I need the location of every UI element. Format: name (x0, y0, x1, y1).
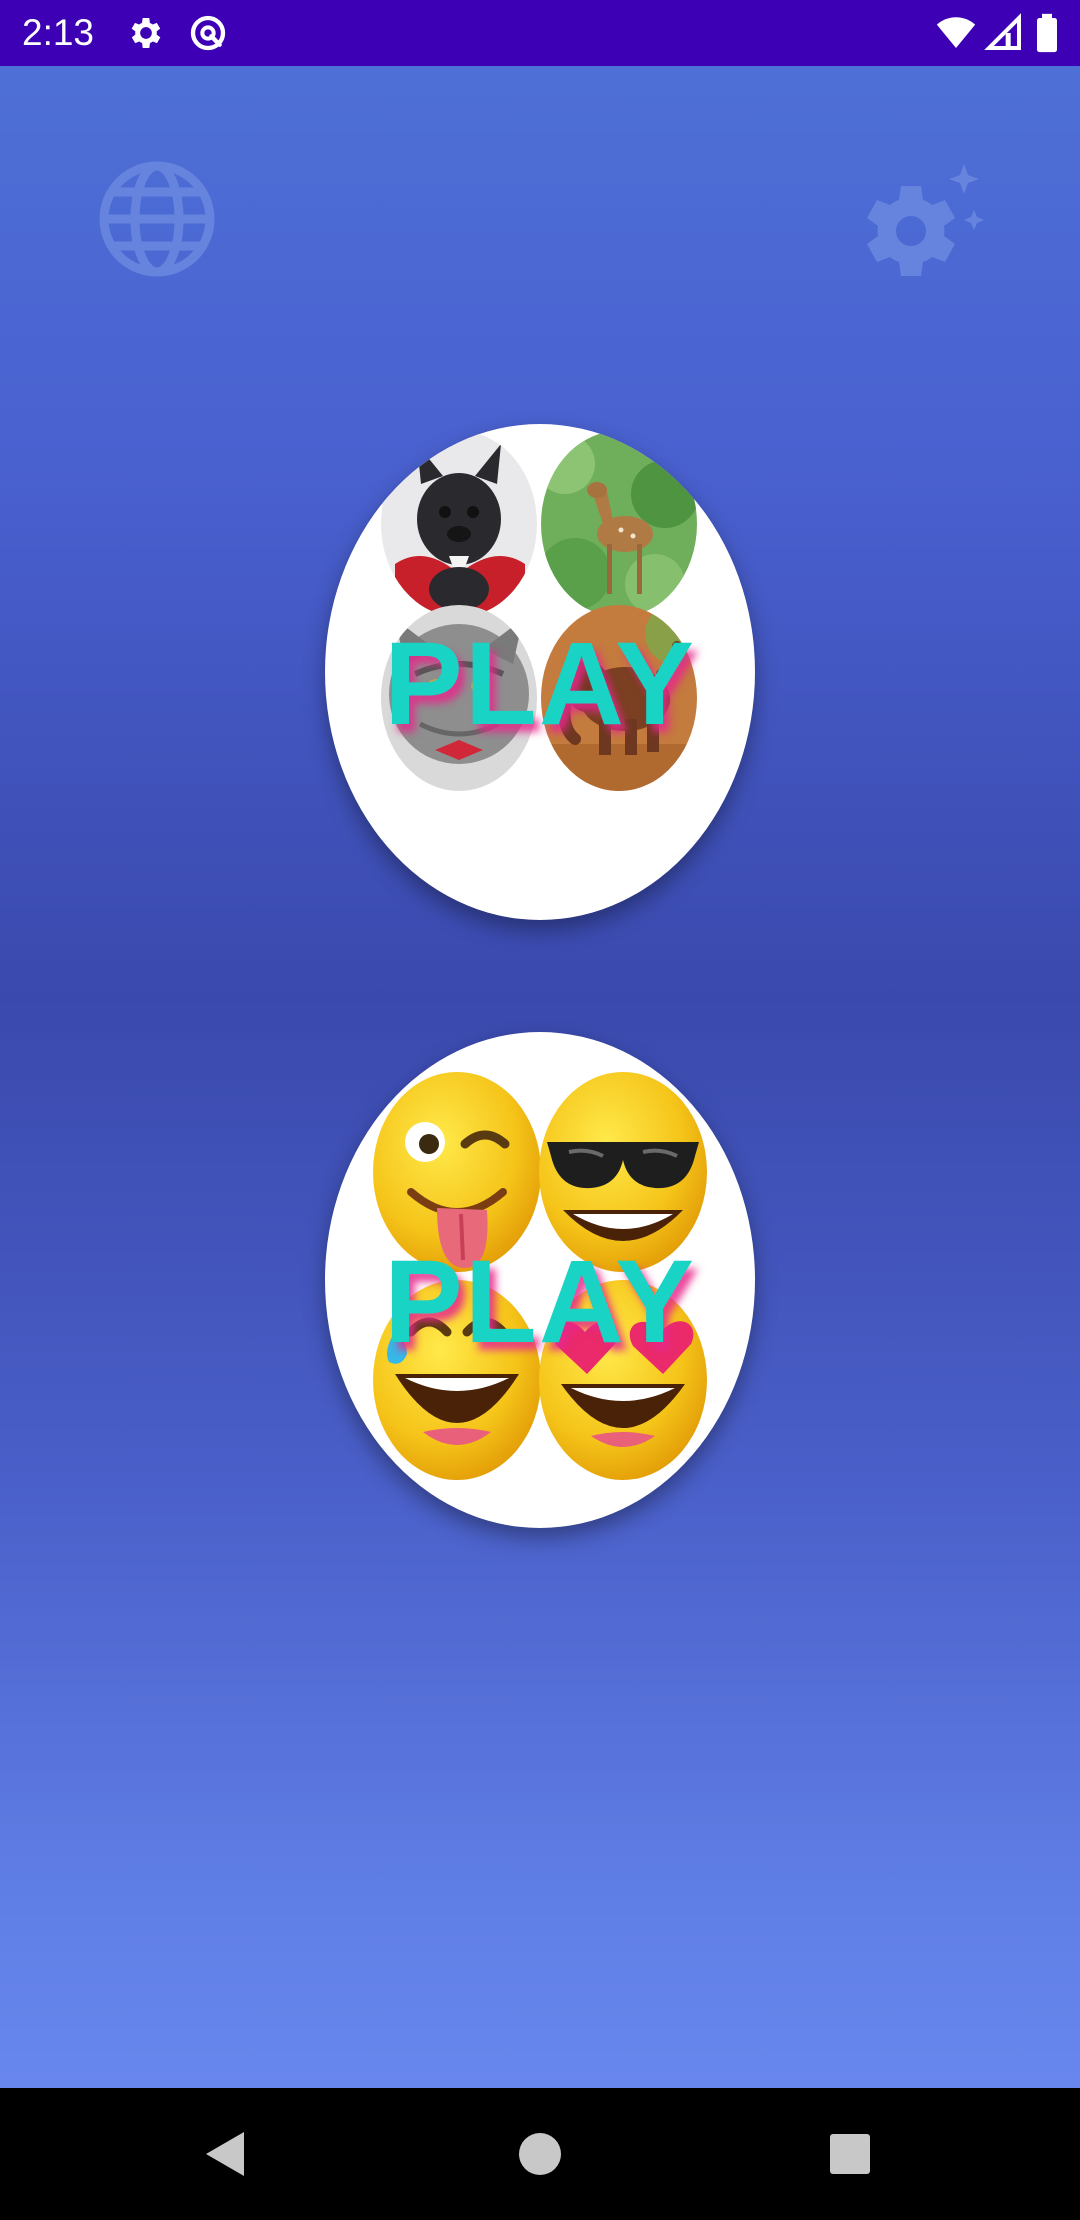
app-screen: 2:13 PLAY PLAY (0, 0, 1080, 2220)
settings-gear-icon (131, 18, 161, 48)
emoji-play-card[interactable]: PLAY (325, 1032, 755, 1528)
play-label: PLAY (384, 1236, 696, 1368)
navigation-bar (0, 2088, 1080, 2220)
main-content: PLAY PLAY (0, 66, 1080, 2088)
battery-icon (1037, 13, 1057, 53)
status-time: 2:13 (22, 12, 95, 53)
at-sign-icon (190, 15, 226, 51)
back-icon[interactable] (196, 2124, 256, 2184)
recents-icon[interactable] (820, 2124, 880, 2184)
dog-image (381, 431, 537, 617)
signal-icon (984, 13, 1021, 50)
animals-play-card[interactable]: PLAY (325, 424, 755, 920)
settings-sparkle-icon[interactable] (856, 158, 992, 284)
play-label: PLAY (384, 618, 696, 750)
deer-image (541, 431, 697, 617)
home-icon[interactable] (510, 2124, 570, 2184)
globe-icon[interactable] (92, 154, 222, 284)
status-bar: 2:13 (0, 0, 1080, 66)
wifi-icon (936, 17, 976, 48)
